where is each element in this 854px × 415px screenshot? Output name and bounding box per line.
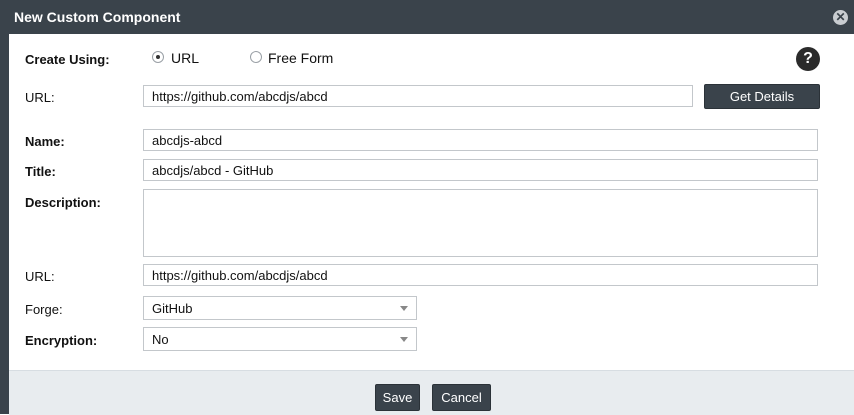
- cancel-button[interactable]: Cancel: [432, 384, 491, 411]
- url-source-input[interactable]: https://github.com/abcdjs/abcd: [143, 85, 693, 107]
- forge-select[interactable]: GitHub: [143, 296, 417, 320]
- url-input[interactable]: https://github.com/abcdjs/abcd: [143, 264, 818, 286]
- radio-free-form-label[interactable]: Free Form: [268, 50, 333, 66]
- radio-url[interactable]: [152, 51, 164, 63]
- title-input[interactable]: abcdjs/abcd - GitHub: [143, 159, 818, 181]
- description-label: Description:: [25, 195, 101, 210]
- title-label: Title:: [25, 164, 56, 179]
- name-input[interactable]: abcdjs-abcd: [143, 129, 818, 151]
- dialog-titlebar: New Custom Component ✕: [0, 0, 854, 34]
- chevron-down-icon: [400, 306, 408, 311]
- chevron-down-icon: [400, 337, 408, 342]
- create-using-label: Create Using:: [25, 52, 110, 67]
- help-icon[interactable]: ?: [796, 47, 820, 71]
- forge-select-value: GitHub: [152, 301, 193, 316]
- description-textarea[interactable]: [143, 189, 818, 257]
- forge-label: Forge:: [25, 302, 63, 317]
- encryption-label: Encryption:: [25, 333, 98, 348]
- encryption-select[interactable]: No: [143, 327, 417, 351]
- dialog-left-border: [0, 34, 9, 414]
- dialog-footer: Save Cancel: [9, 370, 854, 415]
- close-icon[interactable]: ✕: [833, 10, 848, 25]
- radio-free-form[interactable]: [250, 51, 262, 63]
- new-custom-component-dialog: New Custom Component ✕ Create Using: URL…: [0, 0, 854, 415]
- encryption-select-value: No: [152, 332, 169, 347]
- get-details-button[interactable]: Get Details: [704, 84, 820, 109]
- url-label: URL:: [25, 269, 55, 284]
- radio-url-label[interactable]: URL: [171, 50, 199, 66]
- dialog-title: New Custom Component: [14, 9, 181, 25]
- save-button[interactable]: Save: [375, 384, 420, 411]
- url-source-label: URL:: [25, 90, 55, 105]
- name-label: Name:: [25, 134, 65, 149]
